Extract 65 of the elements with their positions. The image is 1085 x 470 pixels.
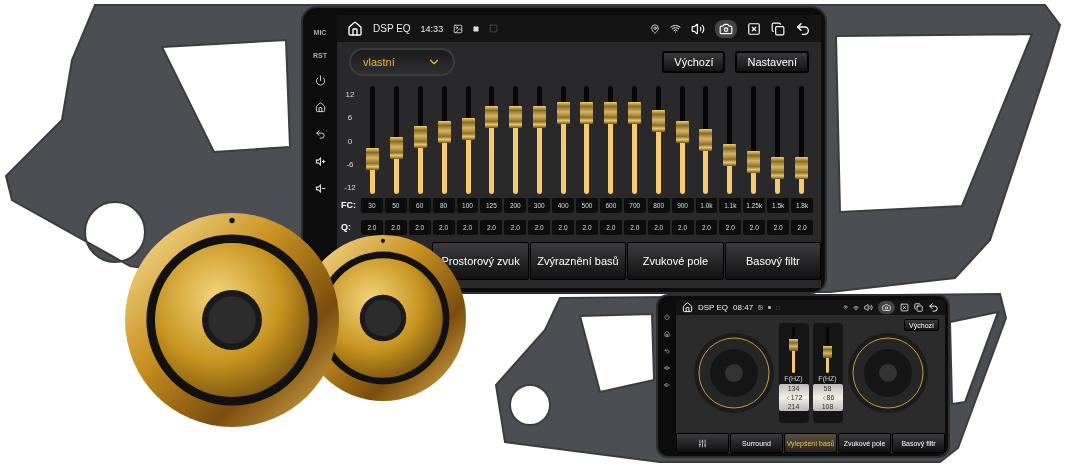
slider-thumb[interactable] [437,121,451,144]
windows-icon[interactable] [914,303,923,312]
action-button[interactable]: Výchozí [662,51,726,73]
scale-label: 0 [347,136,353,146]
slider-thumb[interactable] [789,338,798,351]
row-label: FC: [341,200,357,210]
slider-thumb[interactable] [723,143,737,166]
scale-label: -12 [344,183,356,192]
action-button[interactable]: Nastavení [735,51,809,73]
location-icon [843,305,848,310]
preset-dropdown[interactable]: vlastní [349,48,455,76]
scale-label: 6 [347,113,353,123]
image-icon [758,305,764,310]
power-icon[interactable] [314,75,326,86]
slider-thumb[interactable] [461,117,475,140]
slider-thumb[interactable] [413,125,427,148]
slider-thumb[interactable] [532,105,546,128]
tab[interactable]: Zvukové pole [627,242,724,280]
slider-thumb[interactable] [366,147,380,170]
image-icon [453,23,464,34]
clock-time: 08:47 [733,303,754,312]
slider-thumb[interactable] [770,156,784,179]
windows-icon[interactable] [771,21,785,36]
back-icon[interactable] [795,20,811,37]
slider-thumb[interactable] [747,151,760,174]
slider-thumb[interactable] [628,102,642,125]
square-icon [776,305,781,310]
back-icon[interactable] [928,302,939,313]
row-label: Q: [341,222,352,232]
volume-icon[interactable] [864,303,873,312]
tab[interactable]: Basový filtr [724,242,821,280]
clock-time: 14:33 [420,23,444,34]
scale-label: 12 [345,90,355,99]
camera-icon[interactable] [715,19,737,38]
volume-down-icon[interactable] [314,183,326,194]
close-icon[interactable] [747,21,761,36]
location-icon [650,23,660,34]
slider-thumb[interactable] [580,102,594,125]
slider-thumb[interactable] [675,121,689,144]
tab[interactable]: Zvýraznění basů [529,242,627,280]
sliders-tab[interactable] [676,433,729,453]
app-title: DSP EQ [698,303,729,312]
camera-icon[interactable] [878,301,895,314]
sliders-icon [698,438,707,448]
slider-thumb[interactable] [485,105,499,128]
app-title: DSP EQ [373,23,411,34]
slider-thumb[interactable] [390,136,404,159]
square-icon [489,24,499,33]
back-icon[interactable] [314,129,326,140]
slider-thumb[interactable] [604,102,618,125]
slider-thumb[interactable] [794,156,808,179]
slider-thumb[interactable] [823,345,832,358]
close-icon[interactable] [900,303,909,312]
chevron-left-icon [820,394,827,401]
home-icon[interactable] [314,102,326,113]
wifi-icon [853,304,859,311]
volume-icon[interactable] [691,21,705,36]
scale-label: -6 [346,159,354,169]
slider-thumb[interactable] [699,129,713,151]
slider-thumb[interactable] [509,105,523,128]
slider-thumb[interactable] [556,102,570,125]
slider-thumb[interactable] [651,110,665,133]
chevron-left-icon [784,394,791,401]
volume-up-icon[interactable] [314,156,326,167]
wifi-icon [670,23,681,34]
